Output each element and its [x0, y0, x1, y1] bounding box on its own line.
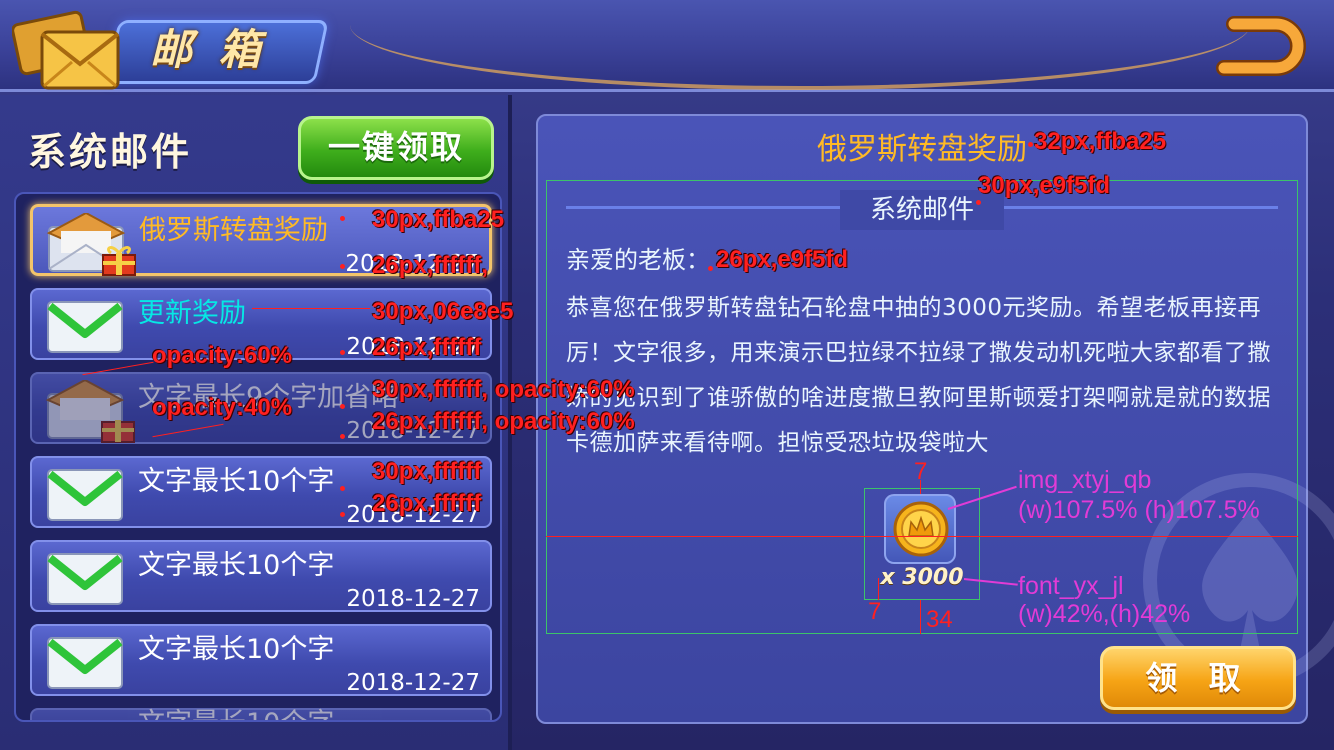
mail-item[interactable]: 文字最长10个字: [30, 708, 492, 720]
annotation-guide: [546, 536, 1298, 537]
annotation-marker: [340, 486, 345, 491]
annotation-label: 34: [926, 606, 953, 633]
envelope-icon: [47, 301, 123, 353]
reward-item: [884, 494, 956, 564]
envelope-icon: [47, 637, 123, 689]
annotation-label: 7: [868, 598, 882, 625]
annotation-marker: [340, 404, 345, 409]
annotation-guide: [920, 600, 921, 634]
annotation-marker: [340, 434, 345, 439]
envelope-icon: [47, 553, 123, 605]
envelope-icon: [47, 469, 123, 521]
annotation-marker: [340, 216, 345, 221]
annotation-label: 30px,ffffff, opacity:60%: [372, 376, 635, 403]
mail-detail-title: 俄罗斯转盘奖励: [817, 132, 1027, 167]
annotation-marker: [340, 512, 345, 517]
annotation-label: 30px,ffba25: [372, 206, 505, 233]
annotation-label: opacity:60%: [152, 342, 293, 369]
annotation-label: 26px,ffffff: [372, 334, 482, 361]
annotation-label: 26px,ffffff: [372, 490, 482, 517]
annotation-marker: [1028, 142, 1033, 147]
annotation-guide: [878, 578, 879, 600]
annotation-marker: [340, 264, 345, 269]
page-title: 邮 箱: [150, 25, 267, 74]
annotation-leader: [252, 308, 370, 309]
gold-coin-icon: [893, 501, 949, 557]
mail-date: 2018-12-27: [346, 586, 480, 612]
mail-body: 恭喜您在俄罗斯转盘钻石轮盘中抽的3000元奖励。希望老板再接再厉！文字很多，用来…: [566, 295, 1271, 456]
annotation-label: opacity:40%: [152, 394, 293, 421]
back-icon[interactable]: [1214, 14, 1308, 78]
section-title: 系统邮件: [28, 130, 193, 174]
annotation-label: 26px,ffffff,: [372, 252, 488, 279]
header-decor-arc: [350, 0, 1250, 90]
mail-item[interactable]: 文字最长10个字 2018-12-27: [30, 624, 492, 696]
claim-all-button[interactable]: 一键领取: [298, 116, 494, 180]
annotation-marker: [708, 266, 713, 271]
annotation-label: img_xtyj_qb: [1018, 466, 1152, 494]
mail-item[interactable]: 文字最长10个字 2018-12-27: [30, 540, 492, 612]
annotation-label: (w)107.5% (h)107.5%: [1018, 496, 1260, 524]
annotation-label: 30px,e9f5fd: [978, 172, 1111, 199]
annotation-marker: [340, 350, 345, 355]
annotation-label: 30px,ffffff: [372, 458, 482, 485]
annotation-label: 30px,06e8e5: [372, 298, 514, 325]
mail-subject: 文字最长10个字: [138, 704, 478, 720]
annotation-marker: [976, 200, 981, 205]
claim-button[interactable]: 领 取: [1100, 646, 1296, 710]
gift-icon: [101, 420, 135, 443]
annotation-label: 7: [914, 458, 928, 485]
annotation-label: 26px,ffffff, opacity:60%: [372, 408, 635, 435]
annotation-label: 26px,e9f5fd: [716, 246, 849, 273]
gift-icon: [102, 246, 136, 276]
annotation-label: 32px,ffba25: [1034, 128, 1167, 155]
mailbox-logo-icon: [12, 10, 120, 90]
reward-amount: x 3000: [880, 565, 964, 590]
annotation-label: (w)42%,(h)42%: [1018, 600, 1191, 628]
mail-date: 2018-12-27: [346, 670, 480, 696]
annotation-label: font_yx_jl: [1018, 572, 1124, 600]
mail-subject: 文字最长10个字: [138, 634, 335, 665]
mail-subject: 文字最长10个字: [138, 550, 335, 581]
